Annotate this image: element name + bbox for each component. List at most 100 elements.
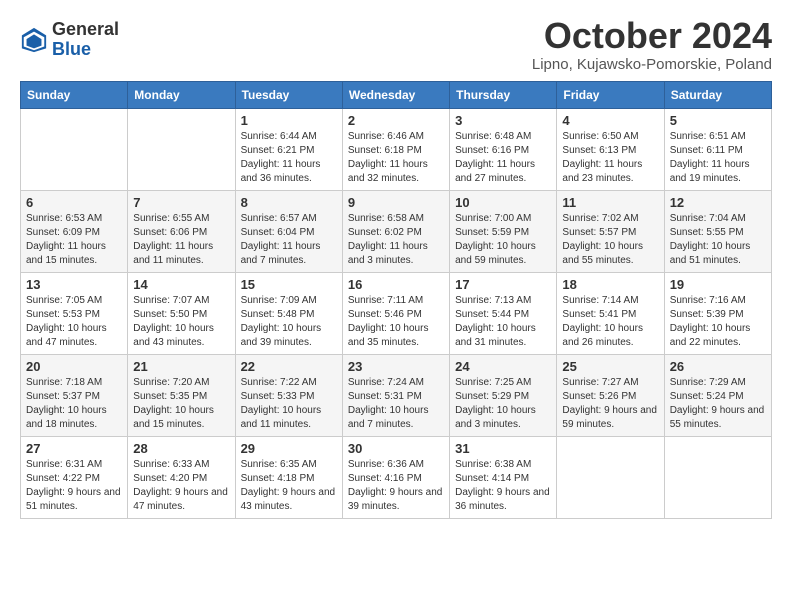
- cell-w1-d6: 4 Sunrise: 6:50 AMSunset: 6:13 PMDaylight…: [557, 108, 664, 190]
- cell-w1-d5: 3Sunrise: 6:48 AMSunset: 6:16 PMDaylight…: [450, 108, 557, 190]
- cell-w3-d4: 16 Sunrise: 7:11 AMSunset: 5:46 PMDayligh…: [342, 272, 449, 354]
- day-info: Sunrise: 7:09 AMSunset: 5:48 PMDaylight:…: [241, 294, 337, 350]
- cell-w2-d7: 12 Sunrise: 7:04 AMSunset: 5:55 PMDayligh…: [664, 190, 771, 272]
- col-wednesday: Wednesday: [342, 81, 449, 108]
- cell-w1-d2: [128, 108, 235, 190]
- day-number: 4: [562, 113, 658, 128]
- day-info: Sunrise: 7:24 AMSunset: 5:31 PMDaylight:…: [348, 376, 444, 432]
- day-number: 28: [133, 441, 229, 456]
- week-row-2: 6Sunrise: 6:53 AMSunset: 6:09 PMDaylight…: [21, 190, 772, 272]
- day-info: Sunrise: 7:16 AMSunset: 5:39 PMDaylight:…: [670, 294, 766, 350]
- cell-w4-d6: 25Sunrise: 7:27 AMSunset: 5:26 PMDayligh…: [557, 354, 664, 436]
- day-number: 1: [241, 113, 337, 128]
- day-number: 30: [348, 441, 444, 456]
- logo: General Blue: [20, 20, 119, 60]
- day-number: 8: [241, 195, 337, 210]
- day-info: Sunrise: 7:14 AMSunset: 5:41 PMDaylight:…: [562, 294, 658, 350]
- day-info: Sunrise: 6:35 AMSunset: 4:18 PMDaylight:…: [241, 458, 337, 514]
- logo-blue: Blue: [52, 40, 119, 60]
- day-number: 9: [348, 195, 444, 210]
- day-number: 5: [670, 113, 766, 128]
- day-number: 18: [562, 277, 658, 292]
- cell-w5-d4: 30 Sunrise: 6:36 AMSunset: 4:16 PMDayligh…: [342, 436, 449, 518]
- day-info: Sunrise: 7:27 AMSunset: 5:26 PMDaylight:…: [562, 376, 658, 432]
- cell-w4-d1: 20 Sunrise: 7:18 AMSunset: 5:37 PMDayligh…: [21, 354, 128, 436]
- cell-w4-d4: 23 Sunrise: 7:24 AMSunset: 5:31 PMDayligh…: [342, 354, 449, 436]
- day-info: Sunrise: 7:20 AMSunset: 5:35 PMDaylight:…: [133, 376, 229, 432]
- day-number: 22: [241, 359, 337, 374]
- day-number: 27: [26, 441, 122, 456]
- cell-w5-d6: [557, 436, 664, 518]
- day-number: 31: [455, 441, 551, 456]
- day-info: Sunrise: 6:36 AMSunset: 4:16 PMDaylight:…: [348, 458, 444, 514]
- day-number: 26: [670, 359, 766, 374]
- cell-w1-d4: 2Sunrise: 6:46 AMSunset: 6:18 PMDaylight…: [342, 108, 449, 190]
- calendar-table: Sunday Monday Tuesday Wednesday Thursday…: [20, 81, 772, 519]
- day-info: Sunrise: 7:29 AMSunset: 5:24 PMDaylight:…: [670, 376, 766, 432]
- col-sunday: Sunday: [21, 81, 128, 108]
- day-info: Sunrise: 6:44 AMSunset: 6:21 PMDaylight:…: [241, 130, 337, 186]
- page: General Blue October 2024 Lipno, Kujawsk…: [0, 0, 792, 535]
- cell-w5-d7: [664, 436, 771, 518]
- day-number: 29: [241, 441, 337, 456]
- day-info: Sunrise: 6:33 AMSunset: 4:20 PMDaylight:…: [133, 458, 229, 514]
- day-info: Sunrise: 7:13 AMSunset: 5:44 PMDaylight:…: [455, 294, 551, 350]
- cell-w3-d6: 18 Sunrise: 7:14 AMSunset: 5:41 PMDayligh…: [557, 272, 664, 354]
- col-saturday: Saturday: [664, 81, 771, 108]
- day-info: Sunrise: 7:07 AMSunset: 5:50 PMDaylight:…: [133, 294, 229, 350]
- day-number: 2: [348, 113, 444, 128]
- cell-w2-d2: 7 Sunrise: 6:55 AMSunset: 6:06 PMDaylight…: [128, 190, 235, 272]
- day-number: 21: [133, 359, 229, 374]
- month-title: October 2024: [532, 16, 772, 56]
- day-info: Sunrise: 6:50 AMSunset: 6:13 PMDaylight:…: [562, 130, 658, 186]
- cell-w3-d2: 14 Sunrise: 7:07 AMSunset: 5:50 PMDayligh…: [128, 272, 235, 354]
- location: Lipno, Kujawsko-Pomorskie, Poland: [532, 56, 772, 73]
- day-info: Sunrise: 7:25 AMSunset: 5:29 PMDaylight:…: [455, 376, 551, 432]
- cell-w4-d5: 24Sunrise: 7:25 AMSunset: 5:29 PMDayligh…: [450, 354, 557, 436]
- day-number: 12: [670, 195, 766, 210]
- cell-w3-d1: 13 Sunrise: 7:05 AMSunset: 5:53 PMDayligh…: [21, 272, 128, 354]
- day-number: 7: [133, 195, 229, 210]
- week-row-5: 27 Sunrise: 6:31 AMSunset: 4:22 PMDayligh…: [21, 436, 772, 518]
- cell-w1-d7: 5 Sunrise: 6:51 AMSunset: 6:11 PMDaylight…: [664, 108, 771, 190]
- cell-w4-d7: 26 Sunrise: 7:29 AMSunset: 5:24 PMDayligh…: [664, 354, 771, 436]
- day-info: Sunrise: 7:02 AMSunset: 5:57 PMDaylight:…: [562, 212, 658, 268]
- cell-w4-d2: 21 Sunrise: 7:20 AMSunset: 5:35 PMDayligh…: [128, 354, 235, 436]
- calendar-header-row: Sunday Monday Tuesday Wednesday Thursday…: [21, 81, 772, 108]
- logo-text: General Blue: [52, 20, 119, 60]
- day-info: Sunrise: 6:51 AMSunset: 6:11 PMDaylight:…: [670, 130, 766, 186]
- cell-w2-d4: 9Sunrise: 6:58 AMSunset: 6:02 PMDaylight…: [342, 190, 449, 272]
- day-number: 13: [26, 277, 122, 292]
- day-number: 17: [455, 277, 551, 292]
- col-friday: Friday: [557, 81, 664, 108]
- cell-w5-d1: 27 Sunrise: 6:31 AMSunset: 4:22 PMDayligh…: [21, 436, 128, 518]
- day-info: Sunrise: 7:05 AMSunset: 5:53 PMDaylight:…: [26, 294, 122, 350]
- cell-w2-d3: 8 Sunrise: 6:57 AMSunset: 6:04 PMDaylight…: [235, 190, 342, 272]
- cell-w3-d3: 15Sunrise: 7:09 AMSunset: 5:48 PMDayligh…: [235, 272, 342, 354]
- day-info: Sunrise: 7:04 AMSunset: 5:55 PMDaylight:…: [670, 212, 766, 268]
- day-number: 16: [348, 277, 444, 292]
- day-info: Sunrise: 7:18 AMSunset: 5:37 PMDaylight:…: [26, 376, 122, 432]
- day-info: Sunrise: 6:55 AMSunset: 6:06 PMDaylight:…: [133, 212, 229, 268]
- cell-w1-d1: [21, 108, 128, 190]
- day-number: 20: [26, 359, 122, 374]
- logo-general: General: [52, 20, 119, 40]
- col-monday: Monday: [128, 81, 235, 108]
- day-info: Sunrise: 7:22 AMSunset: 5:33 PMDaylight:…: [241, 376, 337, 432]
- cell-w5-d3: 29 Sunrise: 6:35 AMSunset: 4:18 PMDayligh…: [235, 436, 342, 518]
- day-info: Sunrise: 7:11 AMSunset: 5:46 PMDaylight:…: [348, 294, 444, 350]
- day-info: Sunrise: 6:31 AMSunset: 4:22 PMDaylight:…: [26, 458, 122, 514]
- cell-w4-d3: 22 Sunrise: 7:22 AMSunset: 5:33 PMDayligh…: [235, 354, 342, 436]
- day-number: 11: [562, 195, 658, 210]
- cell-w5-d2: 28 Sunrise: 6:33 AMSunset: 4:20 PMDayligh…: [128, 436, 235, 518]
- day-number: 23: [348, 359, 444, 374]
- day-number: 19: [670, 277, 766, 292]
- week-row-4: 20 Sunrise: 7:18 AMSunset: 5:37 PMDayligh…: [21, 354, 772, 436]
- day-number: 14: [133, 277, 229, 292]
- day-info: Sunrise: 6:38 AMSunset: 4:14 PMDaylight:…: [455, 458, 551, 514]
- day-info: Sunrise: 6:48 AMSunset: 6:16 PMDaylight:…: [455, 130, 551, 186]
- cell-w3-d5: 17 Sunrise: 7:13 AMSunset: 5:44 PMDayligh…: [450, 272, 557, 354]
- header: General Blue October 2024 Lipno, Kujawsk…: [20, 16, 772, 73]
- col-thursday: Thursday: [450, 81, 557, 108]
- day-info: Sunrise: 6:57 AMSunset: 6:04 PMDaylight:…: [241, 212, 337, 268]
